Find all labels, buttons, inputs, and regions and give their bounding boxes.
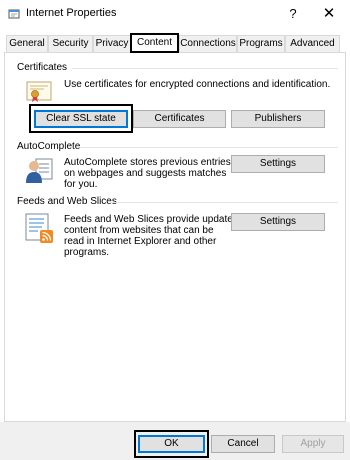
autocomplete-settings-button[interactable]: Settings bbox=[231, 155, 325, 173]
help-button[interactable]: ? bbox=[284, 4, 302, 24]
tab-advanced[interactable]: Advanced bbox=[285, 35, 340, 52]
certificates-group-label: Certificates bbox=[17, 62, 68, 73]
tab-security[interactable]: Security bbox=[48, 35, 93, 52]
internet-properties-icon bbox=[8, 9, 20, 19]
feeds-settings-button[interactable]: Settings bbox=[231, 213, 325, 231]
certificates-button[interactable]: Certificates bbox=[133, 110, 226, 128]
certificates-description: Use certificates for encrypted connectio… bbox=[64, 79, 331, 90]
autocomplete-description-line-2: on webpages and suggests matches bbox=[64, 168, 227, 179]
feeds-description-line-3: read in Internet Explorer and other bbox=[64, 236, 217, 247]
tab-content[interactable]: Content bbox=[130, 33, 179, 53]
feeds-description-line-4: programs. bbox=[64, 247, 110, 258]
tab-strip: General Security Privacy Content Connect… bbox=[4, 33, 348, 53]
ok-highlight-box bbox=[134, 430, 209, 458]
autocomplete-divider bbox=[80, 147, 338, 148]
certificate-icon bbox=[26, 81, 52, 102]
close-button[interactable]: ✕ bbox=[318, 4, 340, 24]
clear-ssl-highlight-box bbox=[29, 104, 133, 133]
tab-programs[interactable]: Programs bbox=[237, 35, 285, 52]
apply-button[interactable]: Apply bbox=[282, 435, 344, 453]
tab-general[interactable]: General bbox=[6, 35, 48, 52]
certificates-divider bbox=[72, 68, 338, 69]
feeds-group-label: Feeds and Web Slices bbox=[17, 196, 117, 207]
feeds-description-line-2: content from websites that can be bbox=[64, 225, 214, 236]
autocomplete-group-label: AutoComplete bbox=[17, 141, 81, 152]
cancel-button[interactable]: Cancel bbox=[211, 435, 275, 453]
tab-privacy[interactable]: Privacy bbox=[93, 35, 131, 52]
autocomplete-icon bbox=[26, 158, 53, 183]
feeds-description-line-1: Feeds and Web Slices provide updated bbox=[64, 214, 239, 225]
autocomplete-description-line-1: AutoComplete stores previous entries bbox=[64, 157, 231, 168]
feeds-divider bbox=[110, 202, 338, 203]
title-bar: Internet Properties ? ✕ bbox=[0, 0, 350, 30]
feeds-icon bbox=[25, 213, 53, 243]
autocomplete-description-line-3: for you. bbox=[64, 179, 98, 190]
window-title: Internet Properties bbox=[26, 7, 117, 19]
tab-connections[interactable]: Connections bbox=[179, 35, 237, 52]
publishers-button[interactable]: Publishers bbox=[231, 110, 325, 128]
